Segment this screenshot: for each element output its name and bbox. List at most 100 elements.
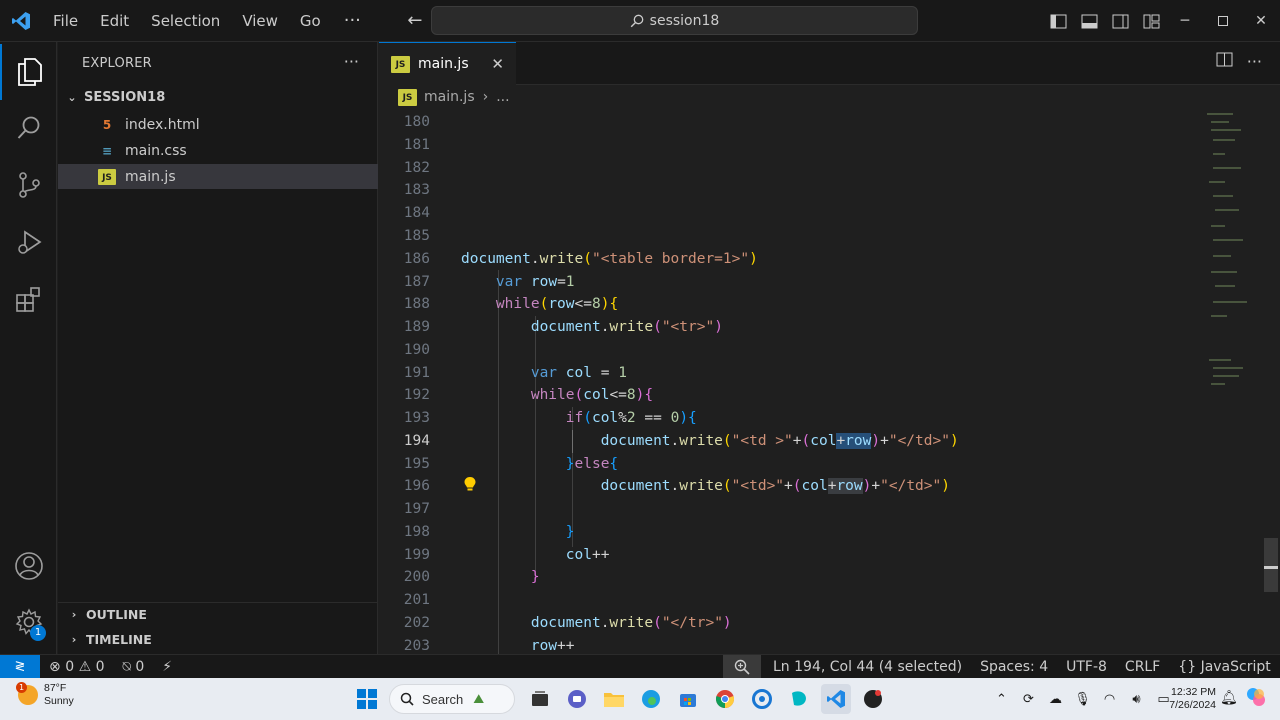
js-file-icon: JS [391,55,410,73]
eol-status[interactable]: CRLF [1116,659,1169,675]
html-file-icon: 5 [102,117,112,132]
close-icon[interactable]: ✕ [491,55,504,73]
explorer-more-icon[interactable]: ··· [344,52,359,71]
split-editor-icon[interactable] [1216,52,1233,71]
breadcrumb-more[interactable]: ... [496,89,509,105]
windows-start-icon[interactable] [352,684,382,714]
chevron-up-icon[interactable]: ⌃ [988,692,1015,707]
file-explorer-icon[interactable] [599,684,629,714]
weather-condition: Sunny [44,695,74,707]
code-line: 182 [403,160,430,176]
wifi-icon[interactable]: ◠ [1096,692,1123,707]
minimap[interactable] [1205,109,1265,389]
code-line: 198 } [403,524,575,540]
manage-gear-icon[interactable] [0,594,57,650]
code-line: 185 [403,228,430,244]
status-bar: ≷ ⊗ 0 ⚠ 0 ⍉ 0 ⚡ Ln 194, Col 44 (4 select… [0,654,1280,679]
cloud-icon[interactable]: ☁ [1042,692,1069,707]
task-view-icon[interactable] [525,684,555,714]
copilot-icon[interactable] [1246,687,1266,711]
lightbulb-icon[interactable] [463,476,477,492]
file-main-js[interactable]: JS main.js [58,164,378,189]
taskbar-search[interactable]: Search ⛰ [389,684,515,714]
teams-chat-icon[interactable] [562,684,592,714]
explorer-icon[interactable] [0,44,57,100]
zoom-icon[interactable] [723,655,761,678]
sync-icon[interactable]: ⟳ [1015,692,1042,707]
braces-icon: {} [1178,658,1197,675]
maximize-icon[interactable] [1204,0,1242,42]
editor-more-icon[interactable]: ··· [1247,52,1262,71]
code-editor[interactable]: 180 181 182 183 184 185 186 document.writ… [379,109,1280,654]
window-controls: ─ ✕ [1166,0,1280,42]
weather-widget[interactable]: 1 87°F Sunny [16,682,74,708]
file-name: index.html [125,116,200,133]
back-arrow-icon[interactable]: ← [399,10,431,31]
cursor-position[interactable]: Ln 194, Col 44 (4 selected) [764,659,971,675]
minimize-icon[interactable]: ─ [1166,0,1204,42]
microphone-icon[interactable]: 🎙︎ [1069,692,1096,707]
app-cyan-icon[interactable] [784,684,814,714]
live-share-icon[interactable]: ⚡ [153,659,181,675]
vscode-taskbar-icon[interactable] [821,684,851,714]
breadcrumb-file[interactable]: main.js [424,89,475,105]
tab-main-js[interactable]: JS main.js ✕ [379,42,516,85]
activity-bar: 1 [0,42,57,654]
settings-update-badge: 1 [30,625,46,641]
outline-label: OUTLINE [86,607,147,622]
toggle-panel-icon[interactable] [1074,0,1105,42]
explorer-sidebar: EXPLORER ··· ⌄ SESSION18 5 index.html ≡ … [58,42,378,654]
run-debug-icon[interactable] [0,214,57,270]
file-index-html[interactable]: 5 index.html [58,112,378,137]
extensions-icon[interactable] [0,271,57,327]
code-line: 188 while(row<=8){ [403,296,619,312]
edge-browser-icon[interactable] [636,684,666,714]
taskbar-clock[interactable]: 12:32 PM 7/26/2024 [1160,686,1216,712]
sidebar-title: EXPLORER [82,56,152,71]
windows-taskbar: 1 87°F Sunny Search ⛰ ⌃ ⟳ ☁ 🎙︎ ◠ 🔊︎ ▭ 12… [0,678,1280,720]
code-line-current: 194 document.write("<td >"+(col+row)+"</… [403,433,959,449]
chevron-down-icon: ⌄ [67,90,77,104]
app-blue-icon[interactable] [747,684,777,714]
toggle-primary-sidebar-icon[interactable] [1043,0,1074,42]
outline-section[interactable]: › OUTLINE [58,602,378,626]
menu-file[interactable]: File [42,0,89,42]
source-control-icon[interactable] [0,157,57,213]
code-line: 183 [403,182,430,198]
encoding-status[interactable]: UTF-8 [1057,659,1116,675]
status-right: Ln 194, Col 44 (4 selected) Spaces: 4 UT… [764,655,1280,678]
volume-icon[interactable]: 🔊︎ [1123,692,1150,707]
chevron-right-icon: › [71,608,77,621]
vertical-scrollbar[interactable] [1264,538,1278,592]
file-main-css[interactable]: ≡ main.css [58,138,378,163]
language-mode[interactable]: {} JavaScript [1169,659,1279,675]
folder-session18[interactable]: ⌄ SESSION18 [58,86,378,108]
indentation-status[interactable]: Spaces: 4 [971,659,1057,675]
search-view-icon[interactable] [0,100,57,156]
problems-status[interactable]: ⊗ 0 ⚠ 0 [40,659,114,675]
chrome-icon[interactable] [710,684,740,714]
github-desktop-icon[interactable] [858,684,888,714]
menu-go[interactable]: Go [289,0,332,42]
timeline-section[interactable]: › TIMELINE [58,627,378,651]
menu-edit[interactable]: Edit [89,0,140,42]
toggle-secondary-sidebar-icon[interactable] [1105,0,1136,42]
customize-layout-icon[interactable] [1136,0,1167,42]
clock-time: 12:32 PM [1171,686,1216,698]
ports-icon: ⍉ [122,658,131,675]
command-center-search[interactable]: session18 [431,6,918,35]
code-line: 190 [403,342,430,358]
menu-more-icon[interactable]: ··· [332,10,373,31]
microsoft-store-icon[interactable] [673,684,703,714]
code-line: 187 var row=1 [403,274,575,290]
code-line: 181 [403,137,430,153]
remote-indicator-icon[interactable]: ≷ [0,654,40,679]
command-center-text: session18 [649,12,720,29]
notification-bell-icon[interactable]: 🔔︎ [1220,690,1238,706]
ports-status[interactable]: ⍉ 0 [114,659,154,675]
code-line: 201 [403,592,430,608]
menu-selection[interactable]: Selection [140,0,231,42]
accounts-icon[interactable] [0,538,57,594]
menu-view[interactable]: View [231,0,289,42]
close-window-icon[interactable]: ✕ [1242,0,1280,42]
